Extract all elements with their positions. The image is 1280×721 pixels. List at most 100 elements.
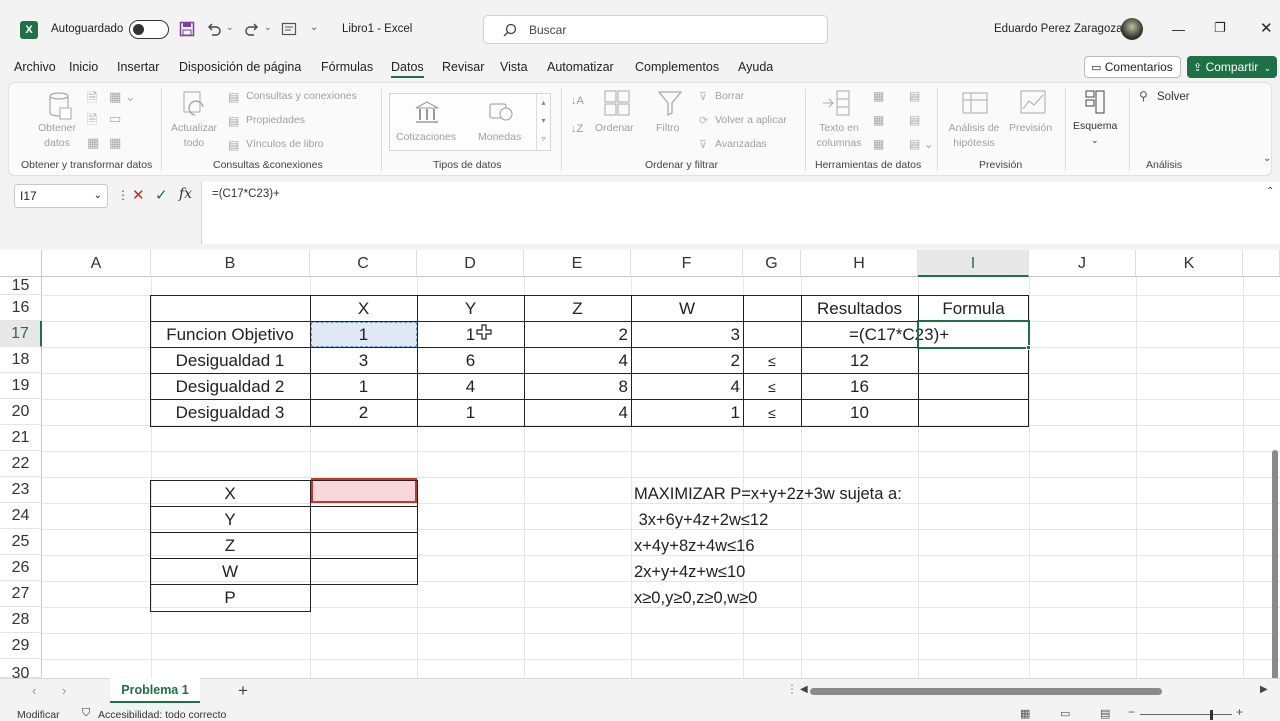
undo-icon[interactable]: [206, 21, 222, 37]
row-header-16[interactable]: 16: [0, 295, 42, 321]
column-header-e[interactable]: E: [524, 250, 631, 277]
column-header-f[interactable]: F: [631, 250, 743, 277]
var-label-x[interactable]: X: [150, 481, 310, 507]
what-if-button[interactable]: Análisis de hipótesis: [943, 121, 1005, 151]
menu-archivo[interactable]: Archivo: [14, 60, 56, 74]
cell-f20[interactable]: 1: [631, 400, 743, 426]
header-resultados[interactable]: Resultados: [801, 296, 918, 322]
header-formula[interactable]: Formula: [918, 296, 1029, 322]
menu-vista[interactable]: Vista: [500, 60, 528, 74]
queries-connections-button[interactable]: Consultas y conexiones: [246, 89, 357, 104]
row-header-17[interactable]: 17: [0, 321, 42, 347]
menu-revisar[interactable]: Revisar: [442, 60, 484, 74]
menu-complementos[interactable]: Complementos: [635, 60, 719, 74]
horizontal-scrollbar[interactable]: [810, 688, 1162, 695]
column-header-extra[interactable]: [1243, 250, 1280, 277]
text-to-columns-button[interactable]: Texto en columnas: [813, 121, 865, 151]
consolidate-icon[interactable]: ▤: [909, 89, 920, 103]
row-header-22[interactable]: 22: [0, 451, 42, 477]
solver-button[interactable]: Solver: [1157, 90, 1190, 105]
close-icon[interactable]: ✕: [1260, 19, 1273, 37]
cell-e17[interactable]: 2: [524, 322, 631, 348]
column-header-a[interactable]: A: [42, 250, 151, 277]
collapse-ribbon-icon[interactable]: ⌄: [1263, 153, 1271, 164]
zoom-out-icon[interactable]: −: [1128, 705, 1135, 719]
cell-b19[interactable]: Desigualdad 2: [150, 374, 310, 400]
cell-f19[interactable]: 4: [631, 374, 743, 400]
undo-dropdown-icon[interactable]: ⌄: [226, 22, 234, 33]
get-data-button[interactable]: Obtener datos: [35, 121, 79, 151]
data-model-icon[interactable]: ▤ ⌄: [909, 137, 934, 151]
filter-button[interactable]: Filtro: [656, 121, 679, 136]
row-header-20[interactable]: 20: [0, 399, 42, 425]
gallery-scroll[interactable]: ▴ ▾ ▿: [536, 94, 550, 150]
problem-line-3[interactable]: x+4y+8z+4w≤16: [634, 533, 755, 559]
row-header-21[interactable]: 21: [0, 425, 42, 451]
redo-icon[interactable]: [244, 21, 260, 37]
var-label-p[interactable]: P: [150, 585, 310, 611]
row-header-26[interactable]: 26: [0, 555, 42, 581]
existing-connections-icon[interactable]: ▭: [109, 111, 121, 127]
picture-icon[interactable]: ▦: [109, 135, 121, 151]
cell-b18[interactable]: Desigualdad 1: [150, 348, 310, 374]
row-header-15[interactable]: 15: [0, 277, 42, 295]
row-header-27[interactable]: 27: [0, 581, 42, 607]
cell-e20[interactable]: 4: [524, 400, 631, 426]
var-label-z[interactable]: Z: [150, 533, 310, 559]
column-header-d[interactable]: D: [417, 250, 524, 277]
prev-sheet-icon[interactable]: ‹: [32, 683, 36, 698]
menu-ayuda[interactable]: Ayuda: [738, 60, 773, 74]
redo-dropdown-icon[interactable]: ⌄: [264, 22, 272, 33]
row-header-24[interactable]: 24: [0, 503, 42, 529]
tab-split-icon[interactable]: ⋮: [786, 682, 798, 696]
problem-line-4[interactable]: 2x+y+4z+w≤10: [634, 559, 745, 585]
cell-e19[interactable]: 8: [524, 374, 631, 400]
user-name[interactable]: Eduardo Perez Zaragoza: [994, 23, 1123, 35]
minimize-icon[interactable]: —: [1172, 22, 1185, 37]
cancel-formula-icon[interactable]: ✕: [132, 186, 145, 204]
data-validation-icon[interactable]: ▦: [873, 137, 884, 151]
cell-b17[interactable]: Funcion Objetivo: [150, 322, 310, 348]
menu-datos[interactable]: Datos: [391, 60, 424, 78]
restore-icon[interactable]: ❐: [1214, 20, 1226, 36]
name-box-dropdown-icon[interactable]: ⌄: [94, 185, 102, 207]
recent-sources-icon[interactable]: ▦ ⌄: [109, 89, 136, 105]
zoom-slider-thumb[interactable]: [1210, 710, 1213, 720]
autosave-toggle[interactable]: [129, 20, 169, 39]
var-label-y[interactable]: Y: [150, 507, 310, 533]
column-header-k[interactable]: K: [1136, 250, 1243, 277]
form-icon[interactable]: [281, 21, 297, 37]
name-box[interactable]: I17 ⌄: [14, 184, 108, 208]
cell-b20[interactable]: Desigualdad 3: [150, 400, 310, 426]
book-links-button[interactable]: Vínculos de libro: [246, 137, 324, 152]
remove-duplicates-icon[interactable]: ▦: [873, 113, 884, 127]
problem-line-5[interactable]: x≥0,y≥0,z≥0,w≥0: [634, 585, 757, 611]
row-header-28[interactable]: 28: [0, 607, 42, 633]
menu-automatizar[interactable]: Automatizar: [547, 60, 614, 74]
flash-fill-icon[interactable]: ▦: [873, 89, 884, 103]
search-box[interactable]: Buscar: [483, 15, 828, 44]
header-z[interactable]: Z: [524, 296, 631, 322]
more-options-icon[interactable]: ⋮: [117, 188, 129, 202]
data-types-gallery[interactable]: Cotizaciones Monedas ▴ ▾ ▿: [389, 93, 551, 151]
avatar[interactable]: [1121, 18, 1143, 40]
currencies-button[interactable]: Monedas: [478, 130, 521, 145]
customize-toolbar-icon[interactable]: ⌄: [310, 22, 318, 33]
column-header-i[interactable]: I: [918, 250, 1029, 277]
accessibility-status[interactable]: Accesibilidad: todo correcto: [98, 709, 226, 721]
problem-line-1[interactable]: MAXIMIZAR P=x+y+2z+3w sujeta a:: [634, 481, 902, 507]
expand-formula-icon[interactable]: ⌃: [1266, 186, 1274, 197]
zoom-in-icon[interactable]: +: [1236, 705, 1243, 719]
vertical-scrollbar[interactable]: [1272, 450, 1278, 678]
text-csv-icon[interactable]: 🗎: [87, 89, 97, 111]
sort-button[interactable]: Ordenar: [595, 121, 634, 136]
header-w[interactable]: W: [631, 296, 743, 322]
var-label-w[interactable]: W: [150, 559, 310, 585]
column-header-c[interactable]: C: [310, 250, 417, 277]
cell-d19[interactable]: 4: [417, 374, 524, 400]
active-cell-i17[interactable]: [917, 320, 1030, 349]
refresh-all-button[interactable]: Actualizar todo: [169, 121, 219, 151]
reapply-button[interactable]: Volver a aplicar: [715, 113, 787, 128]
normal-view-icon[interactable]: ▦: [1020, 707, 1030, 720]
menu-formulas[interactable]: Fórmulas: [321, 60, 373, 74]
